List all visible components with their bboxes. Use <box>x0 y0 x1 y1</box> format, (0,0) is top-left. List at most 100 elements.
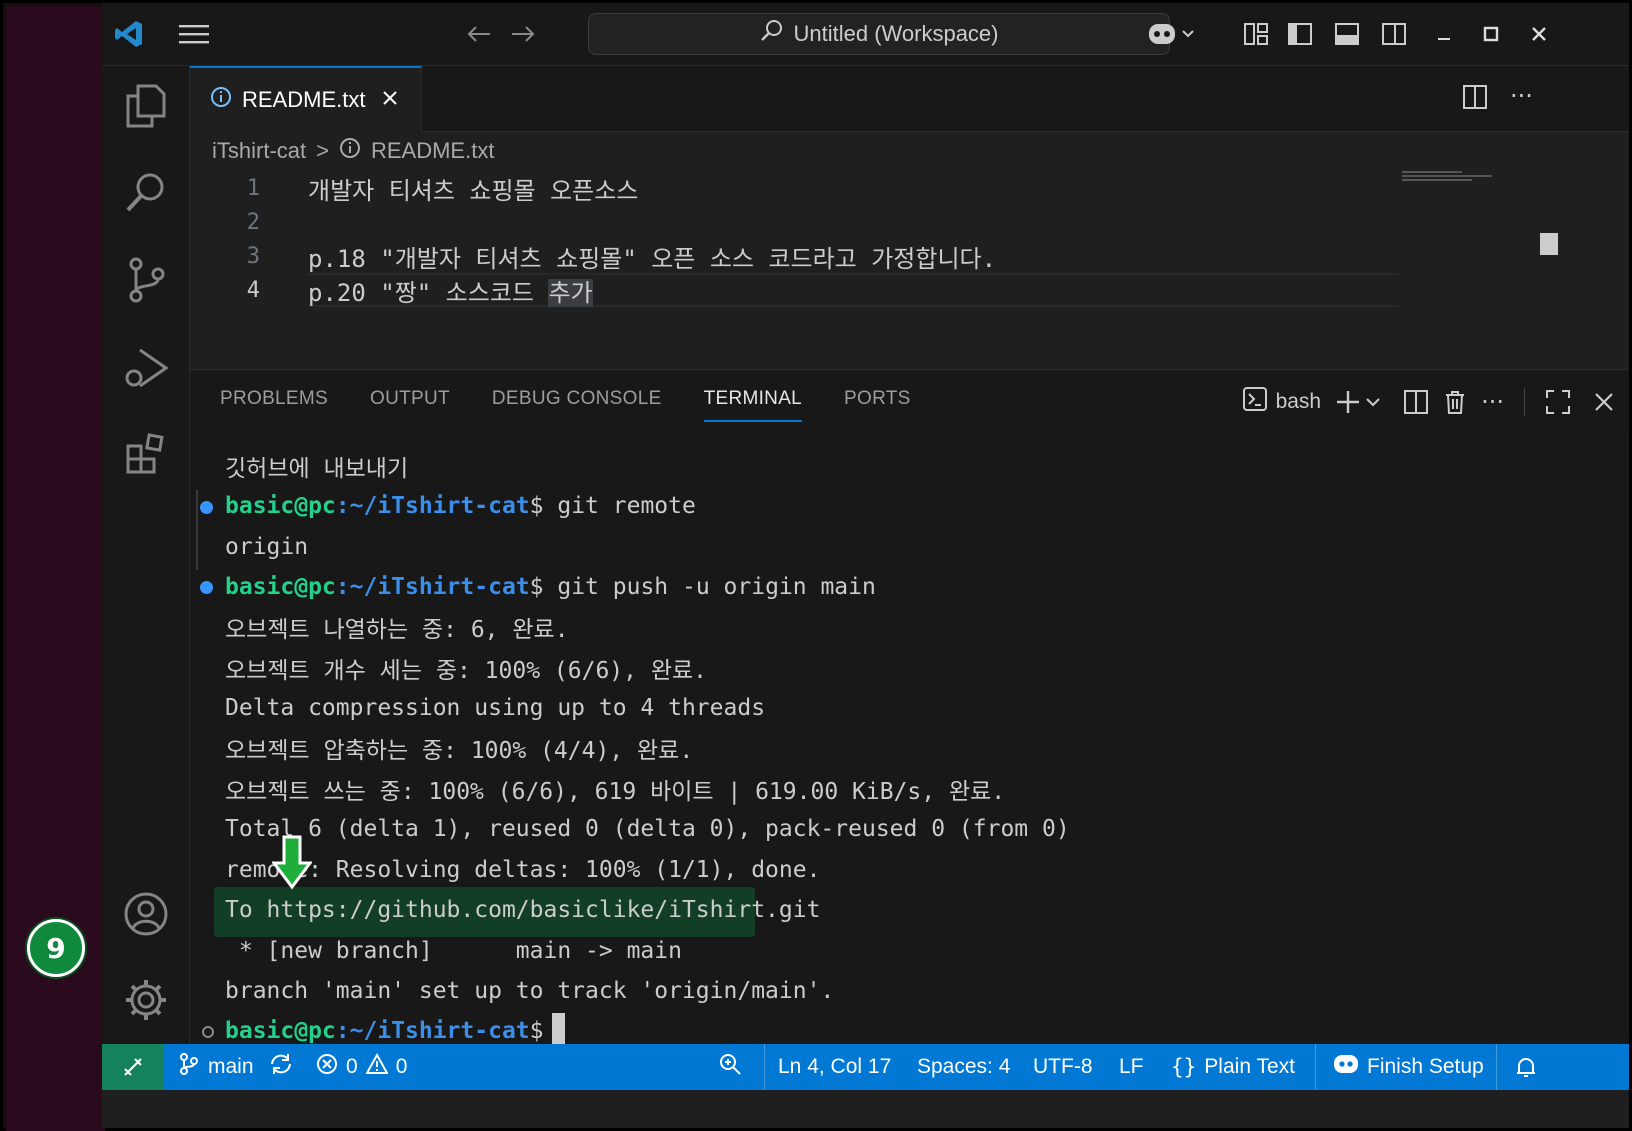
line-text: p.20 "짱" 소스코드 추가 <box>308 273 593 308</box>
tab-problems[interactable]: PROBLEMS <box>220 388 328 422</box>
menu-icon[interactable] <box>177 17 211 51</box>
remote-indicator[interactable] <box>102 1044 164 1090</box>
explorer-icon[interactable] <box>120 80 172 132</box>
error-count: 0 <box>346 1055 358 1078</box>
branch-icon <box>178 1052 200 1082</box>
breadcrumb-folder[interactable]: iTshirt-cat <box>212 138 306 164</box>
tab-terminal[interactable]: TERMINAL <box>703 388 803 422</box>
vscode-logo-icon <box>112 17 146 51</box>
copilot-icon[interactable] <box>1142 17 1202 51</box>
arrow-down-icon <box>272 835 312 890</box>
status-separator <box>764 1044 765 1090</box>
toggle-primary-sidebar-icon[interactable] <box>1283 17 1317 51</box>
terminal-scrollbar[interactable] <box>1627 432 1629 1027</box>
source-control-icon[interactable] <box>120 254 172 306</box>
language-mode[interactable]: {} Plain Text <box>1171 1044 1295 1090</box>
terminal-shell-selector[interactable]: bash <box>1242 386 1321 418</box>
command-center-label: Untitled (Workspace) <box>793 21 999 46</box>
sync-icon[interactable] <box>268 1052 294 1082</box>
prompt-path: :~/iTshirt-cat <box>335 1018 530 1044</box>
editor-tab-bar: README.txt ··· <box>190 66 1629 132</box>
settings-gear-icon[interactable] <box>120 974 172 1026</box>
chevron-down-icon[interactable] <box>1365 394 1381 410</box>
line-number: 3 <box>246 243 260 269</box>
tab-readme[interactable]: README.txt <box>190 66 422 132</box>
breadcrumb: iTshirt-cat > README.txt <box>212 131 494 171</box>
command-success-dot[interactable] <box>200 581 213 594</box>
line-number: 4 <box>246 277 260 303</box>
notifications-bell-icon[interactable] <box>1514 1044 1538 1090</box>
command: git push -u origin main <box>543 574 876 600</box>
language-label: Plain Text <box>1204 1055 1295 1078</box>
more-actions-icon[interactable]: ··· <box>1510 84 1533 108</box>
terminal-icon <box>1242 386 1268 418</box>
terminal-line: Delta compression using up to 4 threads <box>225 695 766 721</box>
terminal-line: 오브젝트 쓰는 중: 100% (6/6), 619 바이트 | 619.00 … <box>225 779 1006 805</box>
back-arrow-icon[interactable] <box>462 17 496 51</box>
minimap[interactable] <box>1402 169 1502 183</box>
vscode-window: Untitled (Workspace) README.txt ··· iTsh… <box>102 3 1629 1128</box>
activity-bar <box>102 66 190 1090</box>
command-success-dot[interactable] <box>200 501 213 514</box>
editor-line-current: 4 p.20 "짱" 소스코드 추가 <box>190 273 1490 307</box>
toggle-panel-icon[interactable] <box>1330 17 1364 51</box>
customize-layout-icon[interactable] <box>1239 17 1273 51</box>
close-panel-icon[interactable] <box>1593 391 1615 413</box>
prompt-symbol: $ <box>529 574 544 600</box>
minimize-icon[interactable] <box>1427 17 1461 51</box>
status-separator <box>1496 1044 1497 1090</box>
maximize-icon[interactable] <box>1474 17 1508 51</box>
accounts-icon[interactable] <box>120 888 172 940</box>
command-center-search[interactable]: Untitled (Workspace) <box>588 13 1170 55</box>
finish-setup[interactable]: Finish Setup <box>1333 1044 1484 1090</box>
split-terminal-icon[interactable] <box>1403 389 1429 415</box>
zoom-indicator[interactable] <box>718 1044 742 1090</box>
new-terminal-icon[interactable] <box>1335 389 1361 415</box>
selected-text: 추가 <box>548 278 593 307</box>
search-sidebar-icon[interactable] <box>120 166 172 218</box>
tab-ports[interactable]: PORTS <box>844 388 911 422</box>
branch-name: main <box>208 1055 254 1078</box>
branch-indicator[interactable]: main <box>178 1044 294 1090</box>
end-of-line[interactable]: LF <box>1119 1044 1144 1090</box>
prompt-user: basic@pc <box>225 493 336 519</box>
terminal-line: 깃허브에 내보내기 <box>225 456 409 482</box>
info-icon <box>210 86 232 114</box>
terminal-prompt-line: basic@pc:~/iTshirt-cat $ git push -u orig… <box>225 567 876 607</box>
editor-scrollbar[interactable] <box>1540 233 1558 255</box>
more-actions-icon[interactable]: ··· <box>1481 388 1504 416</box>
split-editor-icon[interactable] <box>1462 84 1488 114</box>
prompt-path: :~/iTshirt-cat <box>335 574 530 600</box>
prompt-symbol: $ <box>529 493 544 519</box>
encoding[interactable]: UTF-8 <box>1033 1044 1093 1090</box>
run-debug-icon[interactable] <box>120 342 172 394</box>
forward-arrow-icon[interactable] <box>506 17 540 51</box>
problems-indicator[interactable]: 0 0 <box>316 1044 407 1090</box>
extensions-icon[interactable] <box>120 428 172 480</box>
toggle-secondary-sidebar-icon[interactable] <box>1377 17 1411 51</box>
terminal-line: branch 'main' set up to track 'origin/ma… <box>225 978 835 1004</box>
text-editor[interactable]: 1 개발자 티셔츠 쇼핑몰 오픈소스 2 3 p.18 "개발자 티셔츠 쇼핑몰… <box>190 171 1629 369</box>
error-icon <box>316 1053 338 1081</box>
maximize-panel-icon[interactable] <box>1545 389 1571 415</box>
close-window-icon[interactable] <box>1522 17 1556 51</box>
close-tab-icon[interactable] <box>381 87 399 113</box>
terminal-line: origin <box>225 534 309 560</box>
tab-debug-console[interactable]: DEBUG CONSOLE <box>492 388 662 422</box>
zoom-in-icon <box>718 1052 742 1082</box>
terminal-output[interactable]: 깃허브에 내보내기 basic@pc:~/iTshirt-cat $ git re… <box>190 446 1600 1049</box>
terminal-link-line[interactable]: To https://github.com/basiclike/iTshirt.… <box>225 890 820 930</box>
warning-icon <box>364 1052 389 1081</box>
remote-icon <box>124 1058 142 1076</box>
trash-icon[interactable] <box>1443 389 1467 415</box>
terminal-line: remote: Resolving deltas: 100% (1/1), do… <box>225 857 821 883</box>
editor-line: 1 개발자 티셔츠 쇼핑몰 오픈소스 <box>190 171 1490 205</box>
cursor-position[interactable]: Ln 4, Col 17 <box>778 1044 891 1090</box>
tab-output[interactable]: OUTPUT <box>370 388 450 422</box>
line-number: 1 <box>246 175 260 201</box>
panel-tabs: PROBLEMS OUTPUT DEBUG CONSOLE TERMINAL P… <box>220 388 911 422</box>
breadcrumb-file[interactable]: README.txt <box>371 138 494 164</box>
terminal-line: 오브젝트 개수 세는 중: 100% (6/6), 완료. <box>225 658 708 684</box>
terminal-prompt-line: basic@pc:~/iTshirt-cat $ git remote <box>225 486 696 526</box>
indentation[interactable]: Spaces: 4 <box>917 1044 1010 1090</box>
